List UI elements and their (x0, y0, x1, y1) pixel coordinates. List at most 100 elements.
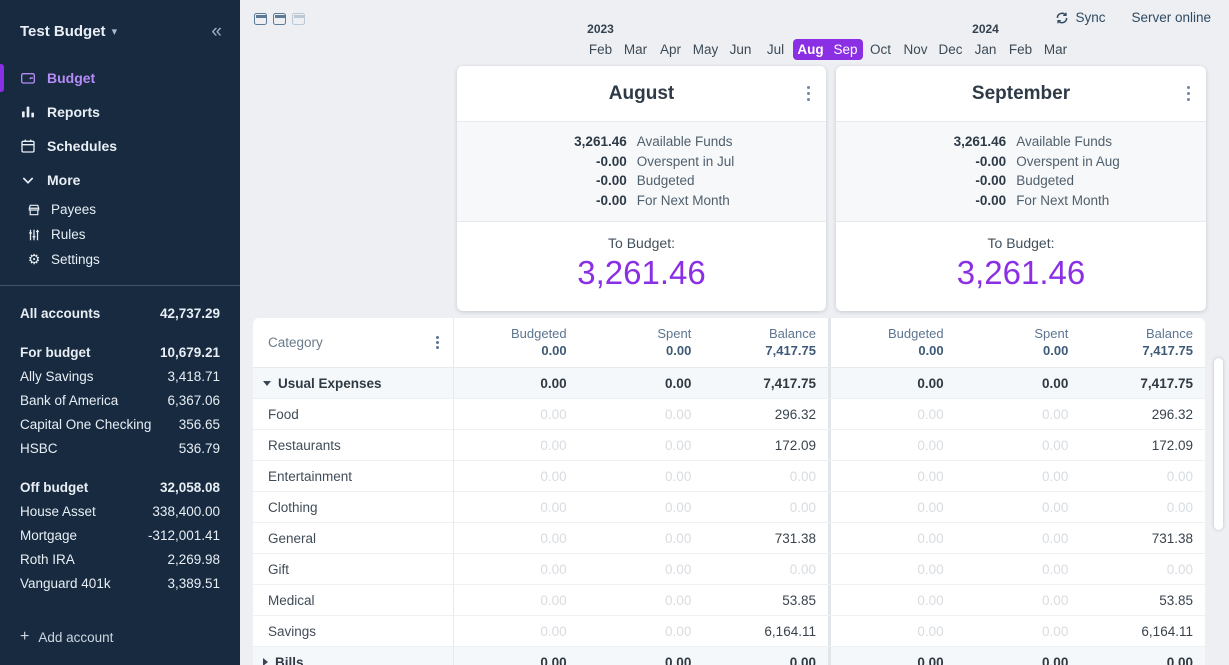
budgeted-cell[interactable]: 0.00 (831, 492, 956, 522)
balance-cell[interactable]: 0.00 (1080, 461, 1205, 491)
to-budget-amount[interactable]: 3,261.46 (836, 254, 1206, 292)
spent-cell[interactable]: 0.00 (579, 523, 704, 553)
month-tab-jan-2024[interactable]: 2024Jan (968, 20, 1003, 60)
spent-total[interactable]: Spent0.00 (956, 318, 1081, 367)
spent-cell[interactable]: 0.00 (579, 616, 704, 646)
month-tab-sep-2023-selected[interactable]: Sep (828, 20, 863, 60)
budget-switcher[interactable]: Test Budget ▾ (20, 23, 117, 40)
budgeted-cell[interactable]: 0.00 (831, 554, 956, 584)
balance-cell[interactable]: 6,164.11 (703, 616, 828, 646)
budgeted-cell[interactable]: 0.00 (831, 430, 956, 460)
category-name-cell[interactable]: Restaurants (253, 430, 454, 460)
balance-cell[interactable]: 172.09 (703, 430, 828, 460)
spent-cell[interactable]: 0.00 (956, 523, 1081, 553)
category-row-entertainment[interactable]: Entertainment 0.000.000.00 0.000.000.00 (253, 461, 1205, 492)
category-name-cell[interactable]: Savings (253, 616, 454, 646)
sidebar-item-settings[interactable]: ⚙ Settings (0, 247, 240, 272)
add-account-button[interactable]: + Add account (0, 629, 240, 665)
spent-cell[interactable]: 0.00 (956, 461, 1081, 491)
balance-cell[interactable]: 7,417.75 (703, 368, 828, 398)
budgeted-total[interactable]: Budgeted0.00 (454, 318, 579, 367)
month-tab-jun-2023[interactable]: Jun (723, 20, 758, 60)
budgeted-cell[interactable]: 0.00 (454, 461, 579, 491)
spent-cell[interactable]: 0.00 (956, 492, 1081, 522)
month-tab-feb-2024[interactable]: Feb (1003, 20, 1038, 60)
budgeted-cell[interactable]: 0.00 (454, 430, 579, 460)
vertical-scrollbar[interactable] (1214, 358, 1223, 530)
account-row-mortgage[interactable]: Mortgage -312,001.41 (20, 524, 220, 548)
month-tab-nov-2023[interactable]: Nov (898, 20, 933, 60)
show-two-months-icon[interactable] (273, 13, 286, 25)
account-row-ally-savings[interactable]: Ally Savings 3,418.71 (20, 365, 220, 389)
account-row-vanguard-401k[interactable]: Vanguard 401k 3,389.51 (20, 572, 220, 596)
balance-cell[interactable]: 7,417.75 (1080, 368, 1205, 398)
budgeted-cell[interactable]: 0.00 (454, 523, 579, 553)
account-row-hsbc[interactable]: HSBC 536.79 (20, 437, 220, 461)
balance-total[interactable]: Balance7,417.75 (703, 318, 828, 367)
category-name-cell[interactable]: Food (253, 399, 454, 429)
balance-cell[interactable]: 731.38 (703, 523, 828, 553)
show-three-months-icon[interactable] (292, 13, 305, 25)
spent-cell[interactable]: 0.00 (579, 430, 704, 460)
sidebar-collapse-button[interactable]: « (211, 22, 222, 41)
spent-cell[interactable]: 0.00 (956, 368, 1081, 398)
month-tab-feb-2023[interactable]: 2023Feb (583, 20, 618, 60)
for-budget-header[interactable]: For budget 10,679.21 (20, 341, 220, 365)
server-status[interactable]: Server online (1131, 10, 1211, 25)
account-row-capital-one-checking[interactable]: Capital One Checking 356.65 (20, 413, 220, 437)
budgeted-cell[interactable]: 0.00 (454, 554, 579, 584)
balance-cell[interactable]: 6,164.11 (1080, 616, 1205, 646)
category-row-food[interactable]: Food 0.000.00296.32 0.000.00296.32 (253, 399, 1205, 430)
spent-cell[interactable]: 0.00 (956, 585, 1081, 615)
group-row-usual-expenses[interactable]: Usual Expenses 0.000.007,417.75 0.000.00… (253, 368, 1205, 399)
spent-cell[interactable]: 0.00 (579, 492, 704, 522)
spent-cell[interactable]: 0.00 (956, 399, 1081, 429)
balance-cell[interactable]: 0.00 (1080, 554, 1205, 584)
budgeted-cell[interactable]: 0.00 (831, 368, 956, 398)
disclosure-triangle-icon[interactable] (263, 381, 271, 386)
spent-total[interactable]: Spent0.00 (579, 318, 704, 367)
balance-cell[interactable]: 0.00 (703, 554, 828, 584)
balance-cell[interactable]: 296.32 (1080, 399, 1205, 429)
category-name-cell[interactable]: General (253, 523, 454, 553)
budgeted-total[interactable]: Budgeted0.00 (831, 318, 956, 367)
account-row-roth-ira[interactable]: Roth IRA 2,269.98 (20, 548, 220, 572)
spent-cell[interactable]: 0.00 (579, 585, 704, 615)
balance-cell[interactable]: 0.00 (1080, 647, 1205, 665)
spent-cell[interactable]: 0.00 (956, 647, 1081, 665)
budgeted-cell[interactable]: 0.00 (831, 647, 956, 665)
spent-cell[interactable]: 0.00 (579, 554, 704, 584)
budgeted-cell[interactable]: 0.00 (454, 647, 579, 665)
sidebar-item-payees[interactable]: Payees (0, 197, 240, 222)
spent-cell[interactable]: 0.00 (579, 368, 704, 398)
budgeted-cell[interactable]: 0.00 (454, 585, 579, 615)
budgeted-cell[interactable]: 0.00 (831, 616, 956, 646)
month-menu-icon[interactable] (1187, 92, 1190, 95)
month-tab-jul-2023[interactable]: Jul (758, 20, 793, 60)
group-name-cell[interactable]: Bills (253, 647, 454, 665)
spent-cell[interactable]: 0.00 (956, 616, 1081, 646)
sync-button[interactable]: Sync (1055, 10, 1105, 25)
budgeted-cell[interactable]: 0.00 (454, 399, 579, 429)
category-row-gift[interactable]: Gift 0.000.000.00 0.000.000.00 (253, 554, 1205, 585)
balance-cell[interactable]: 53.85 (1080, 585, 1205, 615)
category-name-cell[interactable]: Medical (253, 585, 454, 615)
budgeted-cell[interactable]: 0.00 (831, 523, 956, 553)
group-row-bills[interactable]: Bills 0.000.000.00 0.000.000.00 (253, 647, 1205, 665)
month-menu-icon[interactable] (807, 92, 810, 95)
balance-cell[interactable]: 0.00 (703, 461, 828, 491)
show-one-month-icon[interactable] (254, 13, 267, 25)
balance-cell[interactable]: 172.09 (1080, 430, 1205, 460)
category-row-general[interactable]: General 0.000.00731.38 0.000.00731.38 (253, 523, 1205, 554)
category-name-cell[interactable]: Clothing (253, 492, 454, 522)
budgeted-cell[interactable]: 0.00 (831, 399, 956, 429)
month-tab-oct-2023[interactable]: Oct (863, 20, 898, 60)
spent-cell[interactable]: 0.00 (579, 399, 704, 429)
spent-cell[interactable]: 0.00 (579, 647, 704, 665)
category-row-clothing[interactable]: Clothing 0.000.000.00 0.000.000.00 (253, 492, 1205, 523)
month-tab-may-2023[interactable]: May (688, 20, 723, 60)
spent-cell[interactable]: 0.00 (579, 461, 704, 491)
month-tab-dec-2023[interactable]: Dec (933, 20, 968, 60)
month-tab-mar-2023[interactable]: Mar (618, 20, 653, 60)
balance-cell[interactable]: 53.85 (703, 585, 828, 615)
